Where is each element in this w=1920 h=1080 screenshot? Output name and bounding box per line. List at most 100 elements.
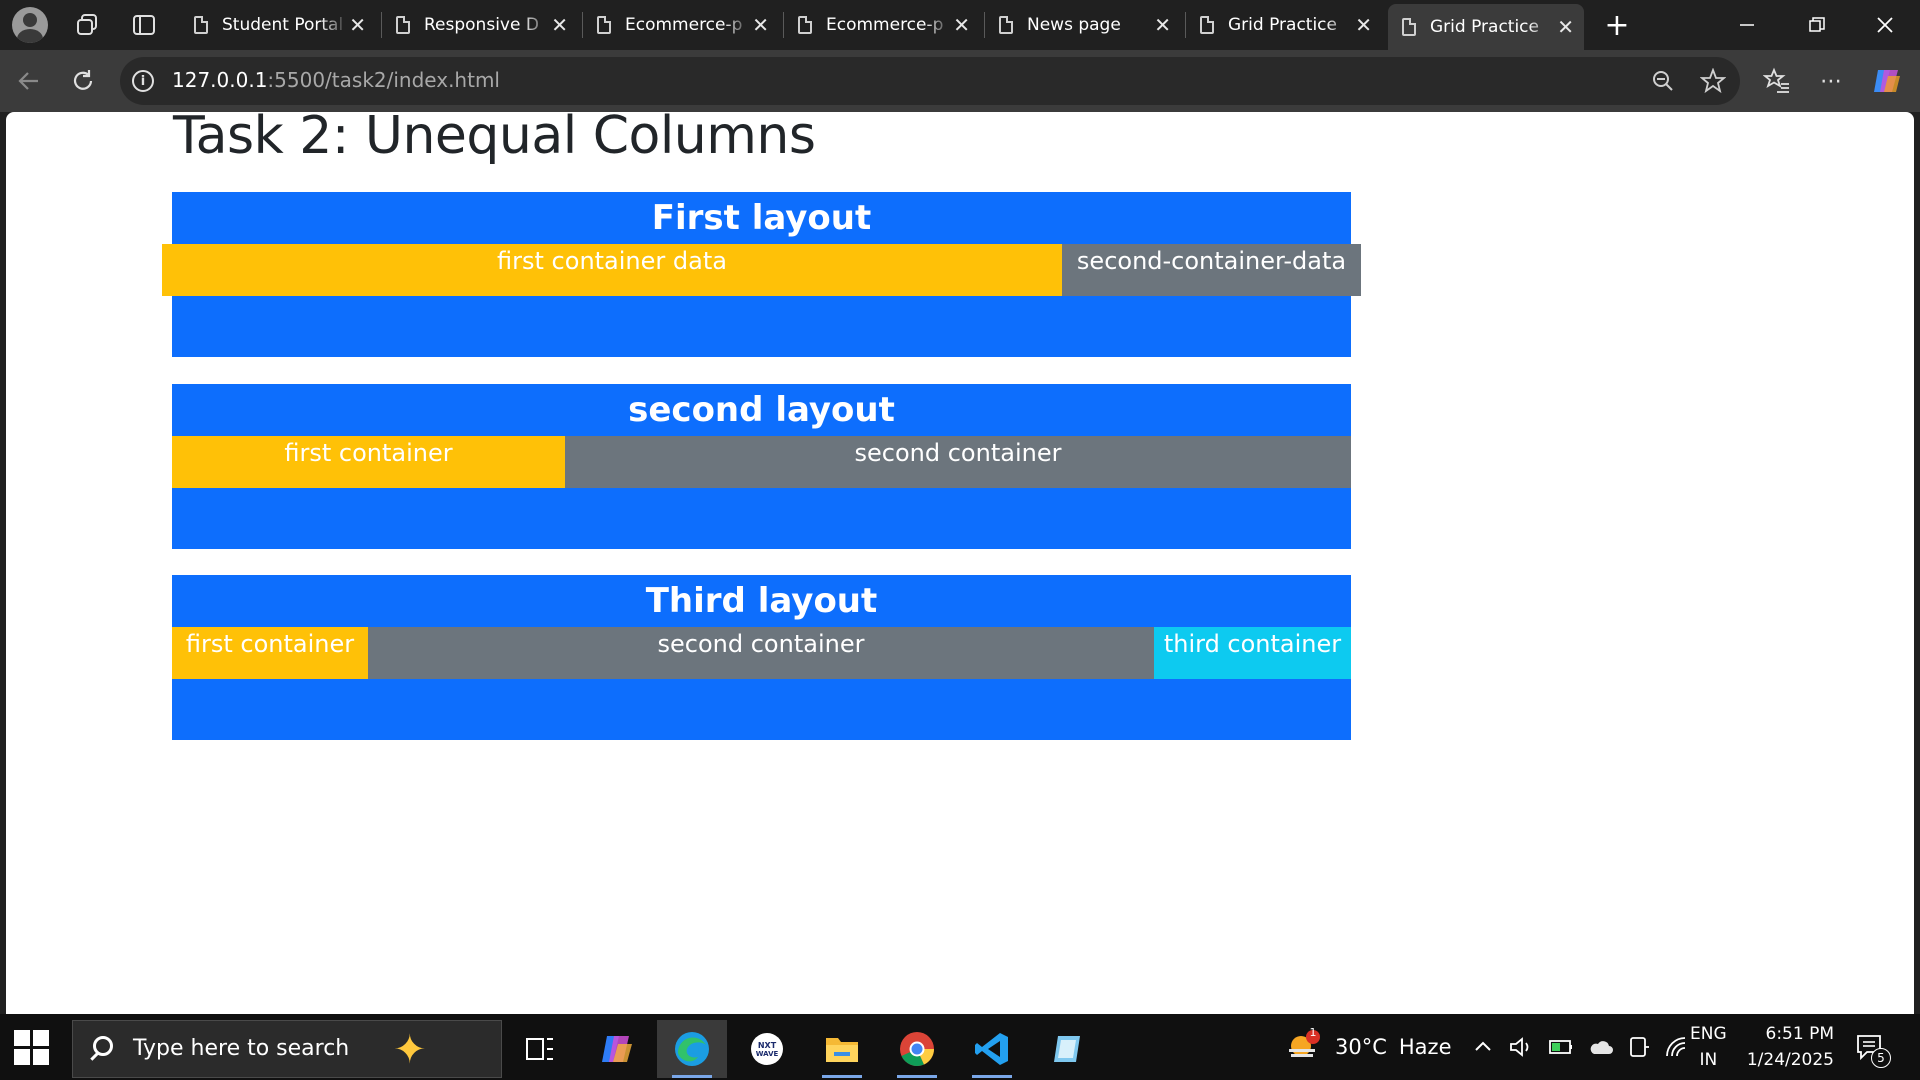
page-icon: [999, 16, 1013, 34]
page-icon: [1200, 16, 1214, 34]
browser-tab[interactable]: Grid Practice ✕: [1186, 6, 1382, 44]
close-tab-icon[interactable]: ✕: [349, 13, 366, 37]
page-icon: [194, 16, 208, 34]
meet-now-icon[interactable]: [1628, 1035, 1650, 1059]
browser-tab[interactable]: Responsive D ✕: [382, 6, 578, 44]
favorite-star-icon[interactable]: [1698, 66, 1728, 96]
page-icon: [798, 16, 812, 34]
onedrive-cloud-icon[interactable]: [1588, 1037, 1614, 1057]
notification-count-badge: 5: [1871, 1048, 1891, 1068]
copilot-icon[interactable]: [1868, 62, 1906, 100]
address-bar[interactable]: i 127.0.0.1:5500/task2/index.html: [120, 57, 1740, 105]
active-indicator: [672, 1075, 712, 1078]
page-title: Task 2: Unequal Columns: [173, 112, 816, 166]
new-tab-button[interactable]: +: [1598, 6, 1636, 44]
weather-temp: 30°C: [1335, 1035, 1387, 1059]
sparkle-icon: ✦: [393, 1027, 427, 1073]
minimize-button[interactable]: [1712, 0, 1782, 50]
layout-row: first container data second-container-da…: [162, 244, 1361, 296]
windows-taskbar: Type here to search ✦ NXT WAVE 1 30°C Haz…: [0, 1014, 1920, 1080]
zoom-out-icon[interactable]: [1648, 66, 1678, 96]
running-indicator: [972, 1075, 1012, 1078]
browser-tab[interactable]: Student Portal ✕: [180, 6, 376, 44]
chrome-app-icon[interactable]: [882, 1020, 952, 1078]
show-hidden-icons-icon[interactable]: [1472, 1036, 1494, 1058]
language-code: ENG: [1690, 1024, 1727, 1044]
tab-title: Ecommerce-p: [625, 15, 743, 35]
close-tab-icon[interactable]: ✕: [1154, 13, 1171, 37]
second-layout-section: second layout first container second con…: [172, 384, 1351, 549]
tab-title: News page: [1027, 15, 1121, 35]
language-indicator[interactable]: ENG IN: [1690, 1014, 1727, 1080]
weather-widget[interactable]: 1 30°C Haze: [1285, 1014, 1452, 1080]
volume-icon[interactable]: [1508, 1035, 1534, 1059]
third-container-cell: third container: [1154, 627, 1351, 679]
site-info-icon[interactable]: i: [132, 70, 154, 92]
task-view-icon[interactable]: [505, 1020, 575, 1078]
close-tab-icon[interactable]: ✕: [1355, 13, 1372, 37]
tab-title: Student Portal: [222, 15, 344, 35]
tab-title: Grid Practice: [1430, 17, 1539, 37]
search-placeholder: Type here to search: [133, 1036, 350, 1061]
running-indicator: [822, 1075, 862, 1078]
first-container-cell: first container data: [162, 244, 1062, 296]
clock[interactable]: 6:51 PM 1/24/2025: [1742, 1014, 1834, 1080]
layout-row: first container second container: [172, 436, 1351, 488]
page-icon: [1402, 18, 1416, 36]
running-indicator: [897, 1075, 937, 1078]
weather-badge: 1: [1309, 1026, 1317, 1039]
vscode-app-icon[interactable]: [957, 1020, 1027, 1078]
first-container-cell: first container: [172, 436, 565, 488]
copilot-app-icon[interactable]: [582, 1020, 652, 1078]
nxtwave-app-icon[interactable]: NXT WAVE: [732, 1020, 802, 1078]
language-region: IN: [1699, 1050, 1718, 1070]
close-tab-icon[interactable]: ✕: [752, 13, 769, 37]
edge-app-icon[interactable]: [657, 1020, 727, 1078]
second-container-cell: second container: [368, 627, 1154, 679]
layout-heading: second layout: [628, 390, 895, 430]
profile-avatar-icon[interactable]: [8, 0, 52, 50]
start-button[interactable]: [14, 1030, 50, 1066]
browser-tab[interactable]: Ecommerce-p ✕: [784, 6, 980, 44]
browser-tab-active[interactable]: Grid Practice ✕: [1388, 4, 1584, 50]
battery-icon[interactable]: [1548, 1036, 1574, 1058]
first-layout-section: First layout first container data second…: [162, 192, 1361, 357]
layout-row: first container second container third c…: [172, 627, 1351, 679]
tab-title: Grid Practice: [1228, 15, 1337, 35]
browser-tab[interactable]: News page ✕: [985, 6, 1181, 44]
tab-actions-icon[interactable]: [122, 0, 166, 50]
restore-button[interactable]: [1782, 0, 1852, 50]
tab-strip: Student Portal ✕ Responsive D ✕ Ecommerc…: [0, 0, 1920, 50]
page-viewport: Task 2: Unequal Columns First layout fir…: [6, 112, 1914, 1014]
back-button[interactable]: [10, 62, 48, 100]
weather-condition: Haze: [1398, 1035, 1452, 1059]
browser-toolbar: i 127.0.0.1:5500/task2/index.html ⋯: [0, 50, 1920, 112]
url-text[interactable]: 127.0.0.1:5500/task2/index.html: [172, 68, 500, 92]
tab-title: Responsive D: [424, 15, 539, 35]
layout-heading: First layout: [651, 198, 872, 238]
second-container-cell: second-container-data: [1062, 244, 1361, 296]
more-options-icon[interactable]: ⋯: [1812, 62, 1850, 100]
close-tab-icon[interactable]: ✕: [953, 13, 970, 37]
browser-tab[interactable]: Ecommerce-p ✕: [583, 6, 779, 44]
close-window-button[interactable]: [1850, 0, 1920, 50]
favorites-icon[interactable]: [1758, 62, 1796, 100]
refresh-button[interactable]: [64, 62, 102, 100]
close-tab-icon[interactable]: ✕: [551, 13, 568, 37]
notification-center-button[interactable]: 5: [1855, 1014, 1891, 1080]
workspaces-icon[interactable]: [66, 0, 110, 50]
layout-heading: Third layout: [645, 581, 878, 621]
page-icon: [597, 16, 611, 34]
close-tab-icon[interactable]: ✕: [1557, 15, 1574, 39]
notepad-app-icon[interactable]: [1032, 1020, 1102, 1078]
wifi-icon[interactable]: [1664, 1035, 1690, 1059]
svg-text:WAVE: WAVE: [756, 1050, 779, 1058]
taskbar-search-box[interactable]: Type here to search ✦: [72, 1020, 502, 1078]
file-explorer-icon[interactable]: [807, 1020, 877, 1078]
second-container-cell: second container: [565, 436, 1351, 488]
page-icon: [396, 16, 410, 34]
system-tray: [1472, 1014, 1690, 1080]
search-icon: [93, 1036, 113, 1056]
first-container-cell: first container: [172, 627, 368, 679]
third-layout-section: Third layout first container second cont…: [172, 575, 1351, 740]
